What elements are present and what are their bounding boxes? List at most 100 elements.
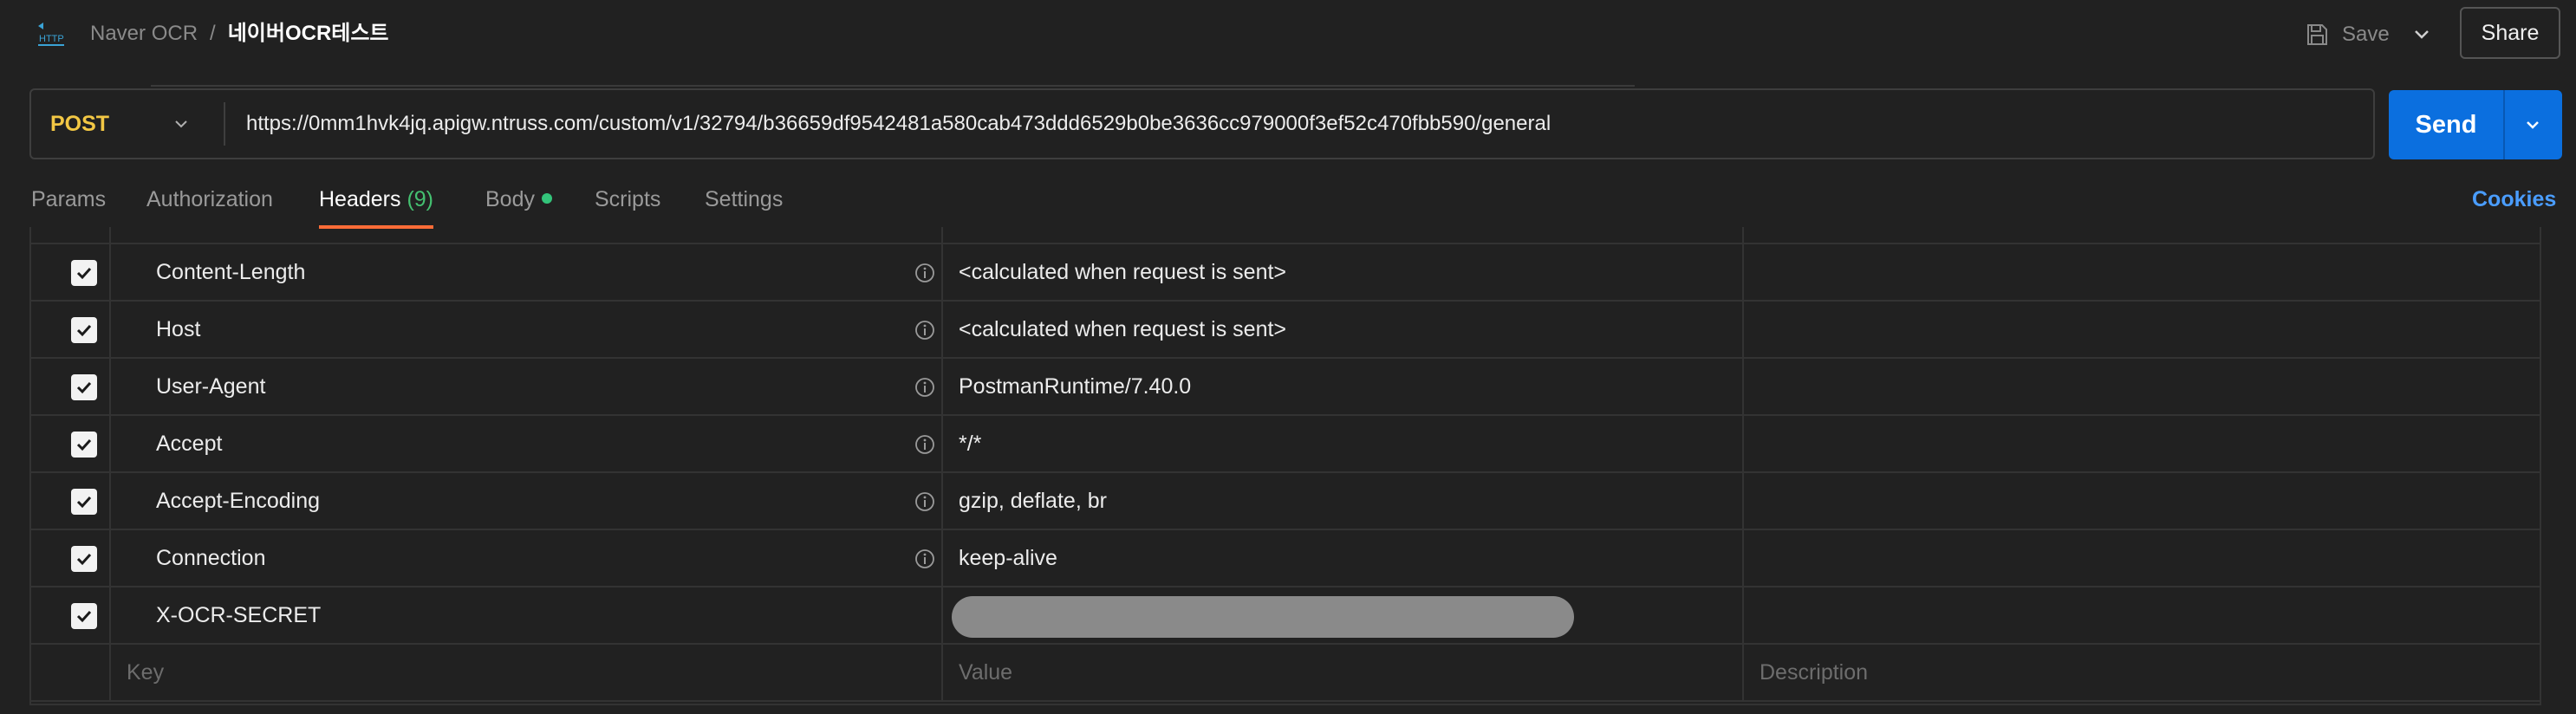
- header-key[interactable]: User-Agent: [156, 359, 265, 414]
- chevron-down-icon[interactable]: [2410, 23, 2434, 47]
- header-value[interactable]: gzip, deflate, br: [959, 473, 1107, 529]
- new-key-cell[interactable]: Key: [111, 645, 943, 700]
- info-icon[interactable]: [914, 262, 936, 284]
- value-cell[interactable]: */*: [943, 416, 1744, 471]
- check-icon: [76, 267, 92, 280]
- method-select[interactable]: POST: [50, 90, 109, 158]
- tab-authorization[interactable]: Authorization: [146, 187, 273, 230]
- header-key[interactable]: X-OCR-SECRET: [156, 587, 321, 643]
- divider: [151, 85, 1635, 87]
- header-key[interactable]: Connection: [156, 530, 265, 586]
- row-enabled-checkbox[interactable]: [71, 260, 97, 286]
- tab-params[interactable]: Params: [31, 187, 106, 230]
- tab-body-label: Body: [485, 187, 535, 211]
- tab-headers[interactable]: Headers (9): [319, 187, 434, 230]
- value-cell[interactable]: PostmanRuntime/7.40.0: [943, 359, 1744, 414]
- table-cell: [111, 227, 943, 244]
- cookies-link[interactable]: Cookies: [2472, 187, 2556, 212]
- tab-body[interactable]: Body: [485, 187, 552, 230]
- value-cell[interactable]: gzip, deflate, br: [943, 473, 1744, 529]
- breadcrumb-request-name[interactable]: 네이버OCR테스트: [228, 19, 389, 49]
- info-icon[interactable]: [914, 319, 936, 341]
- table-row: Host <calculated when request is sent>: [31, 302, 2540, 359]
- check-icon: [76, 496, 92, 509]
- value-cell[interactable]: <calculated when request is sent>: [943, 244, 1744, 300]
- table-row: Accept-Encoding gzip, deflate, br: [31, 473, 2540, 530]
- check-icon: [76, 324, 92, 337]
- info-icon[interactable]: [914, 433, 936, 456]
- key-cell[interactable]: Content-Length: [111, 244, 943, 300]
- key-cell[interactable]: Accept: [111, 416, 943, 471]
- new-description-cell[interactable]: Description: [1744, 645, 2540, 700]
- row-enabled-checkbox[interactable]: [71, 603, 97, 629]
- key-placeholder[interactable]: Key: [127, 645, 164, 700]
- save-icon: [2307, 24, 2327, 45]
- tab-headers-label: Headers: [319, 187, 401, 211]
- info-icon[interactable]: [914, 376, 936, 399]
- save-label: Save: [2342, 23, 2390, 46]
- status-dot-icon: [541, 193, 552, 204]
- chevron-down-icon[interactable]: [2521, 113, 2545, 137]
- key-cell[interactable]: User-Agent: [111, 359, 943, 414]
- value-placeholder[interactable]: Value: [959, 645, 1012, 700]
- value-cell[interactable]: [943, 587, 1744, 643]
- info-icon[interactable]: [914, 490, 936, 513]
- tab-headers-count: (9): [407, 187, 434, 211]
- description-cell[interactable]: [1744, 473, 2540, 529]
- send-button[interactable]: Send: [2389, 90, 2562, 159]
- header-key[interactable]: Host: [156, 302, 200, 357]
- checkbox-cell: [31, 587, 111, 643]
- url-input[interactable]: https://0mm1hvk4jq.apigw.ntruss.com/cust…: [246, 90, 1551, 158]
- new-header-row: Key Value Description: [31, 645, 2540, 702]
- checkbox-cell: [31, 473, 111, 529]
- row-enabled-checkbox[interactable]: [71, 374, 97, 400]
- header-key[interactable]: Content-Length: [156, 244, 305, 300]
- divider: [224, 102, 225, 146]
- check-icon: [76, 438, 92, 451]
- request-bar: POST https://0mm1hvk4jq.apigw.ntruss.com…: [29, 88, 2375, 159]
- divider: [2503, 90, 2505, 159]
- header-key[interactable]: Accept: [156, 416, 222, 471]
- description-cell[interactable]: [1744, 359, 2540, 414]
- description-placeholder[interactable]: Description: [1760, 645, 1868, 700]
- row-enabled-checkbox[interactable]: [71, 489, 97, 515]
- row-enabled-checkbox[interactable]: [71, 432, 97, 458]
- header-value[interactable]: PostmanRuntime/7.40.0: [959, 359, 1191, 414]
- tab-scripts[interactable]: Scripts: [595, 187, 660, 230]
- new-value-cell[interactable]: Value: [943, 645, 1744, 700]
- row-enabled-checkbox[interactable]: [71, 546, 97, 572]
- breadcrumb-collection[interactable]: Naver OCR: [90, 19, 198, 49]
- checkbox-cell: [31, 359, 111, 414]
- description-cell[interactable]: [1744, 244, 2540, 300]
- table-cell: [31, 645, 111, 700]
- table-row: Connection keep-alive: [31, 530, 2540, 587]
- key-cell[interactable]: Connection: [111, 530, 943, 586]
- save-button[interactable]: Save: [2304, 17, 2390, 52]
- description-cell[interactable]: [1744, 530, 2540, 586]
- breadcrumb: Naver OCR / 네이버OCR테스트: [90, 19, 389, 49]
- share-button[interactable]: Share: [2460, 7, 2560, 59]
- headers-table: Content-Length <calculated when request i…: [29, 227, 2541, 705]
- header-value[interactable]: keep-alive: [959, 530, 1057, 586]
- table-row: Accept */*: [31, 416, 2540, 473]
- chevron-down-icon[interactable]: [170, 113, 192, 135]
- row-enabled-checkbox[interactable]: [71, 317, 97, 343]
- header-value[interactable]: <calculated when request is sent>: [959, 302, 1286, 357]
- value-cell[interactable]: keep-alive: [943, 530, 1744, 586]
- value-cell[interactable]: <calculated when request is sent>: [943, 302, 1744, 357]
- info-icon[interactable]: [914, 548, 936, 570]
- header-value[interactable]: <calculated when request is sent>: [959, 244, 1286, 300]
- key-cell[interactable]: Accept-Encoding: [111, 473, 943, 529]
- header-value[interactable]: */*: [959, 416, 981, 471]
- tab-settings[interactable]: Settings: [705, 187, 783, 230]
- table-row: [31, 227, 2540, 244]
- description-cell[interactable]: [1744, 302, 2540, 357]
- request-header: HTTP Naver OCR / 네이버OCR테스트 Save Share: [0, 0, 2576, 69]
- header-key[interactable]: Accept-Encoding: [156, 473, 320, 529]
- description-cell[interactable]: [1744, 416, 2540, 471]
- description-cell[interactable]: [1744, 587, 2540, 643]
- table-row: Content-Length <calculated when request i…: [31, 244, 2540, 302]
- key-cell[interactable]: X-OCR-SECRET: [111, 587, 943, 643]
- key-cell[interactable]: Host: [111, 302, 943, 357]
- check-icon: [76, 553, 92, 566]
